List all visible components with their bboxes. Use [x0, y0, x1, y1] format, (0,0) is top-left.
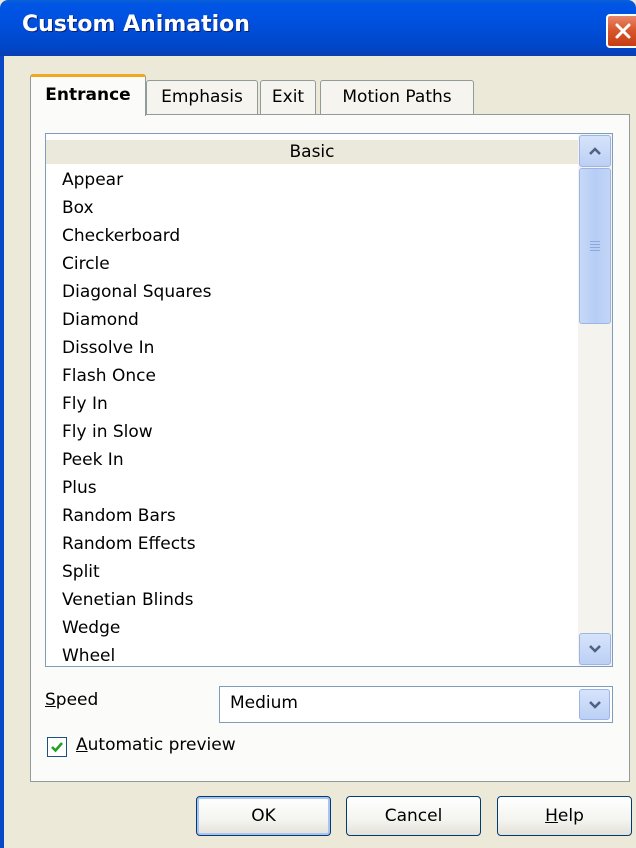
- tab-exit-label: Exit: [271, 87, 305, 107]
- close-icon: [615, 23, 631, 39]
- speed-select[interactable]: Medium: [219, 686, 613, 723]
- speed-dropdown-button[interactable]: [579, 689, 610, 720]
- thumb-grip: [590, 241, 600, 242]
- list-group-header: Basic: [46, 140, 578, 164]
- list-item[interactable]: Appear: [62, 166, 123, 194]
- help-label-accel: H: [545, 806, 558, 826]
- preview-label-accel: A: [76, 735, 88, 755]
- list-item[interactable]: Random Bars: [62, 502, 176, 530]
- list-item[interactable]: Venetian Blinds: [62, 586, 194, 614]
- tab-entrance[interactable]: Entrance: [30, 74, 146, 116]
- tab-emphasis[interactable]: Emphasis: [146, 80, 258, 114]
- help-button[interactable]: Help: [497, 796, 632, 836]
- speed-label-rest: peed: [55, 690, 99, 710]
- checkmark-icon: [51, 742, 63, 753]
- custom-animation-dialog: Custom Animation Entrance Emphasis Exit …: [0, 0, 636, 848]
- effects-listbox[interactable]: Basic Appear Box Checkerboard Circle Dia…: [45, 133, 613, 667]
- chevron-down-icon: [589, 645, 601, 653]
- close-button[interactable]: [606, 14, 636, 48]
- list-item[interactable]: Fly in Slow: [62, 418, 153, 446]
- list-item[interactable]: Flash Once: [62, 362, 156, 390]
- list-item[interactable]: Dissolve In: [62, 334, 154, 362]
- title-bar[interactable]: Custom Animation: [0, 0, 636, 56]
- list-item[interactable]: Wedge: [62, 614, 120, 642]
- list-item[interactable]: Checkerboard: [62, 222, 180, 250]
- automatic-preview-label[interactable]: Automatic preview: [76, 735, 236, 755]
- list-item[interactable]: Fly In: [62, 390, 108, 418]
- speed-value: Medium: [230, 693, 298, 713]
- cancel-button-label: Cancel: [384, 806, 443, 826]
- speed-label-accel: S: [45, 690, 56, 710]
- tab-exit[interactable]: Exit: [260, 80, 316, 114]
- window-frame-left: [0, 56, 4, 848]
- list-item[interactable]: Box: [62, 194, 94, 222]
- chevron-down-icon: [589, 701, 601, 709]
- thumb-grip: [590, 244, 600, 245]
- cancel-button[interactable]: Cancel: [346, 796, 481, 836]
- list-item[interactable]: Split: [62, 558, 100, 586]
- ok-button-label: OK: [251, 806, 276, 826]
- list-item[interactable]: Wheel: [62, 642, 115, 666]
- tab-emphasis-label: Emphasis: [161, 87, 243, 107]
- list-item[interactable]: Diamond: [62, 306, 139, 334]
- thumb-grip: [590, 247, 600, 248]
- scroll-down-button[interactable]: [579, 633, 611, 665]
- list-item[interactable]: Circle: [62, 250, 110, 278]
- scroll-up-button[interactable]: [579, 135, 611, 167]
- speed-label: Speed: [45, 690, 98, 710]
- list-item[interactable]: Peek In: [62, 446, 124, 474]
- scroll-thumb[interactable]: [579, 168, 611, 324]
- tab-motion-paths[interactable]: Motion Paths: [320, 80, 474, 114]
- tab-entrance-label: Entrance: [45, 85, 131, 105]
- help-label-rest: elp: [557, 806, 584, 826]
- preview-label-rest: utomatic preview: [87, 735, 236, 755]
- thumb-grip: [590, 250, 600, 251]
- window-title: Custom Animation: [22, 12, 250, 37]
- tab-motion-paths-label: Motion Paths: [342, 87, 452, 107]
- chevron-up-icon: [589, 147, 601, 155]
- list-scrollbar[interactable]: [578, 134, 612, 666]
- list-item[interactable]: Diagonal Squares: [62, 278, 211, 306]
- list-item[interactable]: Plus: [62, 474, 97, 502]
- ok-button[interactable]: OK: [196, 796, 331, 836]
- automatic-preview-checkbox[interactable]: [47, 737, 67, 757]
- list-item[interactable]: Random Effects: [62, 530, 196, 558]
